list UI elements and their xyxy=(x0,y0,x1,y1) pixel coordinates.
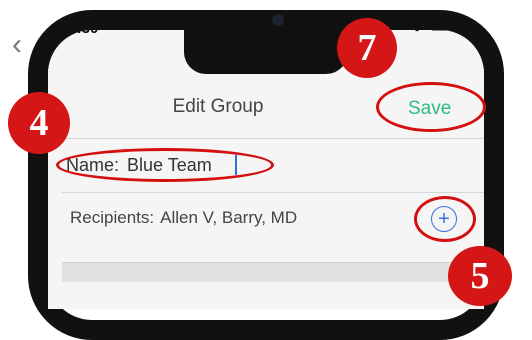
annotation-ellipse-save xyxy=(376,82,486,132)
camera-icon xyxy=(272,14,284,26)
annotation-badge-7: 7 xyxy=(337,18,397,78)
bottom-bar xyxy=(62,262,484,282)
recipients-value: Allen V, Barry, MD xyxy=(160,208,298,227)
wifi-icon xyxy=(408,18,426,32)
divider xyxy=(62,192,484,193)
annotation-badge-4: 4 xyxy=(8,92,70,154)
annotation-ellipse-add xyxy=(414,196,476,242)
recipients-label: Recipients: xyxy=(70,208,155,227)
back-chevron-icon[interactable]: ‹ xyxy=(12,28,32,61)
divider xyxy=(62,138,484,139)
battery-icon xyxy=(430,19,454,31)
status-icons xyxy=(408,18,454,32)
annotation-badge-5: 5 xyxy=(448,246,512,306)
annotation-ellipse-name xyxy=(56,148,274,182)
status-time: 10:30 xyxy=(60,20,99,37)
phone-notch xyxy=(184,30,348,74)
